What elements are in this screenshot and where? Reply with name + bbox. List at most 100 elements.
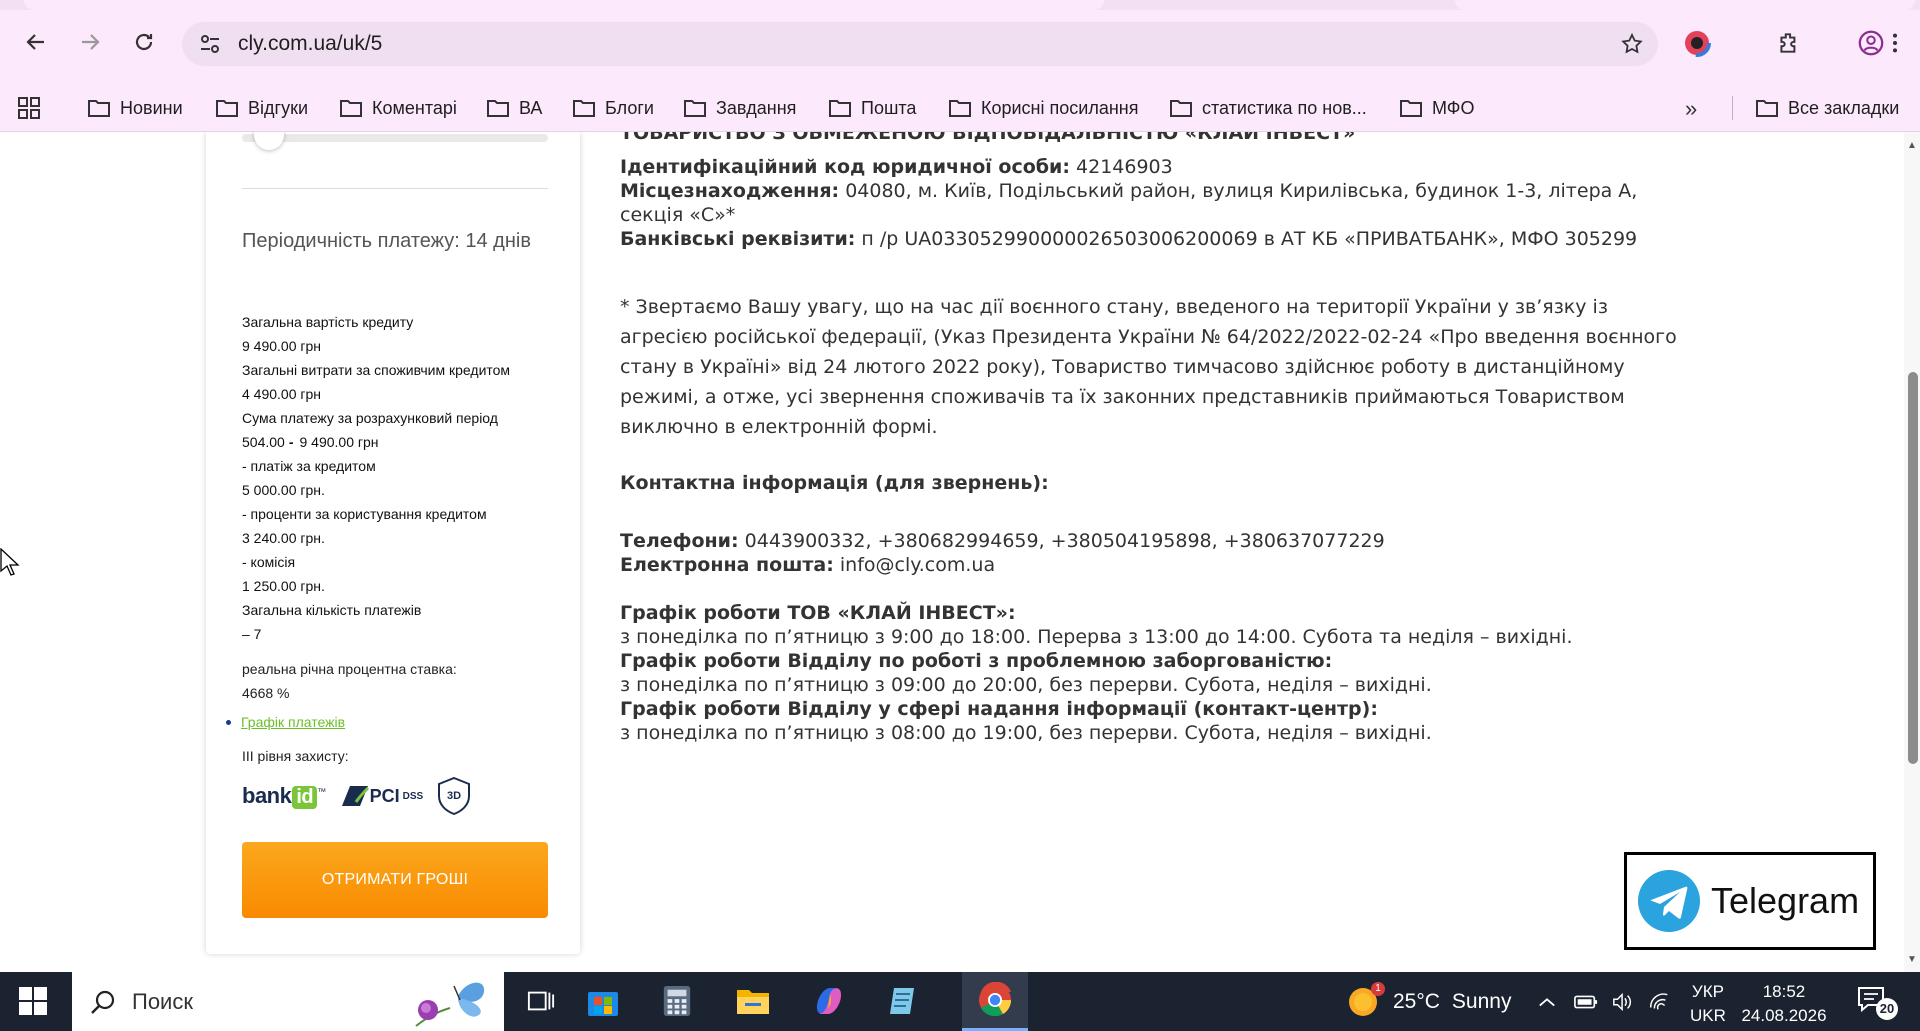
apr-label: реальна річна процентна ставка: [242, 661, 457, 677]
taskbar-search[interactable]: Поиск [72, 972, 504, 1031]
lang-line-2: UKR [1690, 1006, 1726, 1025]
term-slider-thumb[interactable] [254, 132, 284, 150]
bookmark-folder-3[interactable]: Коментарі [340, 84, 457, 132]
address-label: Місцезнаходження: [620, 180, 840, 202]
forward-button[interactable] [70, 22, 110, 62]
battery-icon[interactable] [1574, 972, 1598, 1031]
scroll-down-arrow-icon[interactable]: ▼ [1907, 954, 1917, 965]
dss-logo-text: DSS [402, 790, 424, 802]
site-info-icon[interactable] [198, 32, 222, 56]
bookmarks-bar: Новини Відгуки Коментарі ВА Блоги Завдання Пош… [0, 84, 1920, 132]
folder-icon [949, 100, 971, 117]
bookmark-folder-4[interactable]: ВА [487, 84, 542, 132]
bank-label: Банківські реквізити: [620, 228, 856, 250]
bookmark-label: Блоги [605, 97, 654, 118]
scroll-up-arrow-icon[interactable]: ▲ [1907, 140, 1917, 151]
get-money-button[interactable]: ОТРИМАТИ ГРОШІ [242, 842, 548, 918]
bookmark-star-icon[interactable] [1620, 32, 1644, 56]
page-scrollbar[interactable]: ▲ ▼ [1904, 132, 1920, 972]
more-bookmarks-chevron-icon[interactable]: » [1685, 96, 1697, 122]
company-address-2: секція «С»* [620, 204, 736, 226]
chrome-taskbar-button[interactable] [962, 972, 1028, 1031]
bookmarks-divider [1732, 96, 1733, 120]
bookmark-folder-5[interactable]: Блоги [573, 84, 654, 132]
notifications-button[interactable]: 20 [1856, 984, 1898, 1020]
address-bar[interactable]: cly.com.ua/uk/5 [182, 22, 1658, 66]
phones-value[interactable]: 0443900332, +380682994659, +380504195898… [745, 530, 1385, 552]
file-explorer-icon[interactable] [734, 982, 772, 1020]
weather-temp: 25°C [1393, 989, 1440, 1013]
detail-label: - проценти за користування кредитом [242, 506, 487, 522]
company-code-value: 42146903 [1076, 156, 1173, 178]
bankid-logo-id: id [292, 786, 318, 809]
apps-grid-icon[interactable] [18, 97, 40, 119]
arrow-right-icon [82, 34, 100, 50]
phones: Телефони: 0443900332, +380682994659, +38… [620, 530, 1385, 552]
notepad-icon[interactable] [884, 982, 922, 1020]
copilot-icon[interactable] [810, 982, 848, 1020]
wifi-icon[interactable] [1648, 972, 1670, 1031]
email-value[interactable]: info@cly.com.ua [840, 554, 995, 576]
telegram-label: Telegram [1711, 880, 1860, 921]
extensions-puzzle-icon[interactable] [1774, 28, 1804, 58]
company-address: Місцезнаходження: 04080, м. Київ, Поділь… [620, 180, 1637, 202]
active-tab[interactable] [24, 0, 1104, 10]
task-view-icon[interactable] [522, 982, 560, 1020]
company-code: Ідентифікаційний код юридичної особи: 42… [620, 156, 1173, 178]
folder-icon [1756, 100, 1778, 117]
calculator-app-icon[interactable] [658, 982, 696, 1020]
reload-icon [135, 33, 153, 51]
input-language[interactable]: УКР UKR [1690, 980, 1726, 1028]
bookmark-folder-1[interactable]: Новини [88, 84, 183, 132]
bank-value: п /р UA033052990000026503006200069 в АТ … [861, 228, 1638, 250]
telegram-button[interactable]: Telegram [1624, 852, 1876, 950]
all-bookmarks[interactable]: Все закладки [1756, 84, 1899, 132]
menu-kebab-icon[interactable] [1880, 28, 1910, 58]
bookmark-folder-10[interactable]: МФО [1400, 84, 1474, 132]
bookmark-folder-9[interactable]: статистика по нов... [1170, 84, 1367, 132]
pci-logo-text: PCI [369, 785, 400, 806]
detail-value: 1 250.00 грн. [242, 578, 325, 594]
detail-value: – 7 [242, 626, 262, 642]
reload-button[interactable] [124, 22, 164, 62]
scrollbar-thumb[interactable] [1908, 372, 1918, 764]
3d-secure-text: 3D [447, 790, 461, 802]
folder-icon [1170, 100, 1192, 117]
folder-icon [829, 100, 851, 117]
telegram-icon [1638, 870, 1700, 932]
notification-count: 20 [1876, 998, 1898, 1020]
bookmark-folder-8[interactable]: Корисні посилання [949, 84, 1138, 132]
weather-widget[interactable]: 1 25°C Sunny [1347, 972, 1511, 1031]
bankid-logo-tm: ™ [317, 786, 326, 797]
browser-toolbar: cly.com.ua/uk/5 [0, 10, 1920, 92]
system-clock[interactable]: 18:52 24.08.2026 [1734, 980, 1834, 1028]
security-logos: bank id ™ PCI DSS 3D [242, 776, 471, 816]
term-slider[interactable] [242, 132, 548, 150]
pci-shield-icon [341, 786, 369, 806]
detail-value-to: 9 490.00 грн [299, 434, 379, 450]
payment-schedule-link[interactable]: Графік платежів [241, 714, 345, 730]
detail-value-from: 504.00 [242, 434, 285, 450]
back-button[interactable] [16, 22, 56, 62]
sun-icon: 1 [1347, 981, 1385, 1018]
volume-icon[interactable] [1612, 972, 1634, 1031]
bankid-logo-text: bank [242, 783, 292, 808]
show-hidden-icons-chevron-icon[interactable] [1538, 972, 1556, 1031]
detail-label: - комісія [242, 554, 296, 570]
microsoft-store-icon[interactable] [584, 982, 622, 1020]
detail-label: Загальна кількість платежів [242, 602, 422, 618]
bookmark-folder-7[interactable]: Пошта [829, 84, 916, 132]
other-tab[interactable] [1455, 0, 1915, 10]
email: Електронна пошта: info@cly.com.ua [620, 554, 995, 576]
schedule-office-title: Графік роботи ТОВ «КЛАЙ ІНВЕСТ»: [620, 602, 1016, 624]
url-text[interactable]: cly.com.ua/uk/5 [238, 22, 382, 66]
loan-details: Загальна вартість кредиту 9 490.00 грн Заг… [242, 310, 562, 646]
bookmark-folder-2[interactable]: Відгуки [216, 84, 308, 132]
detail-value: 9 490.00 грн [242, 338, 322, 354]
schedule-contact-title: Графік роботи Відділу у сфері надання ін… [620, 698, 1378, 720]
loan-calculator-card: Періодичність платежу: 14 днів Загальна … [206, 132, 580, 954]
windows-start-icon[interactable] [18, 986, 48, 1016]
bookmark-folder-6[interactable]: Завдання [684, 84, 796, 132]
color-extension-icon[interactable] [1682, 28, 1712, 58]
clock-date: 24.08.2026 [1741, 1006, 1827, 1025]
